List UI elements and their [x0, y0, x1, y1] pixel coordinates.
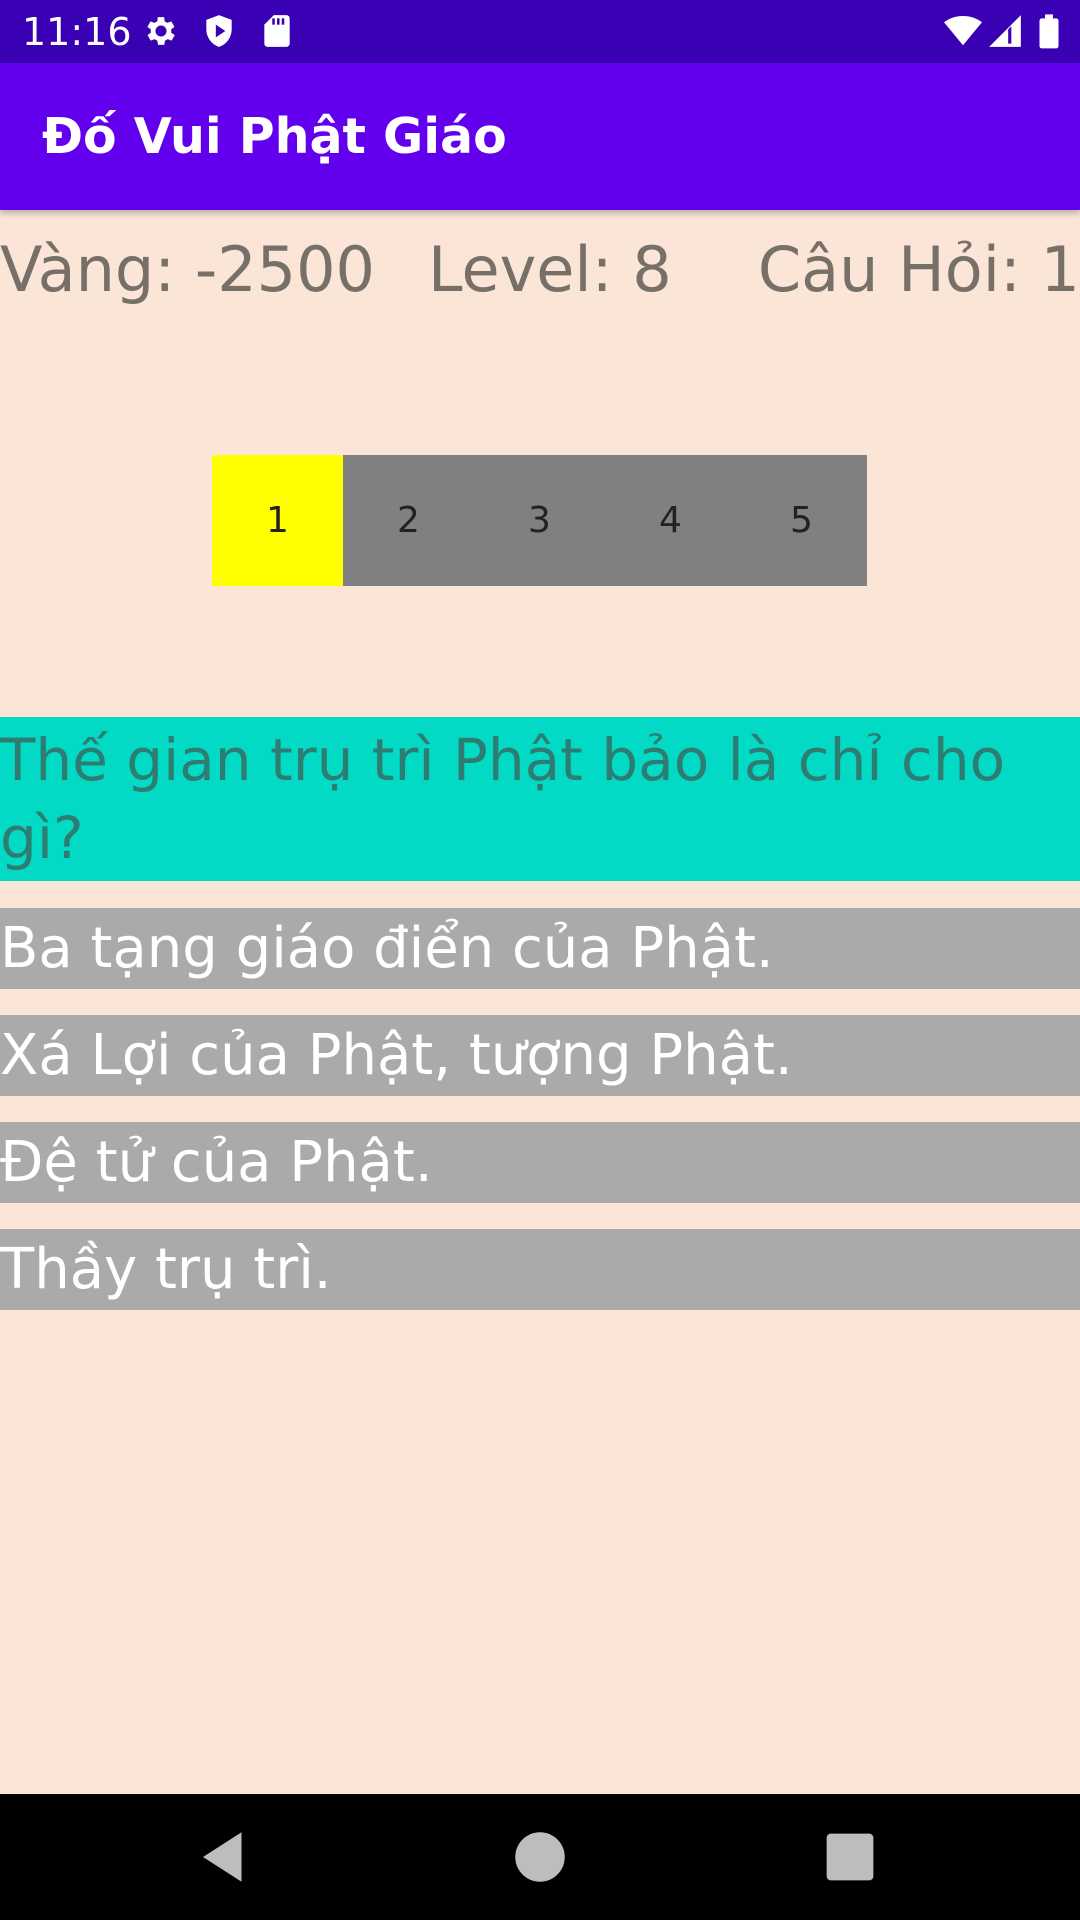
gear-icon	[147, 17, 175, 45]
answer-option-3[interactable]: Đệ tử của Phật.	[0, 1122, 1080, 1203]
signal-icon	[989, 15, 1021, 47]
back-icon[interactable]	[192, 1824, 258, 1890]
sd-card-icon	[264, 15, 290, 47]
answer-option-4[interactable]: Thầy trụ trì.	[0, 1229, 1080, 1310]
wifi-icon	[944, 15, 982, 46]
step-4: 4	[605, 455, 736, 586]
home-icon[interactable]	[507, 1824, 573, 1890]
question-progress-steps: 1 2 3 4 5	[212, 455, 867, 586]
answer-option-1[interactable]: Ba tạng giáo điển của Phật.	[0, 908, 1080, 989]
question-number: Câu Hỏi: 1	[757, 233, 1080, 306]
step-5: 5	[736, 455, 867, 586]
status-bar: 11:16	[0, 0, 1080, 63]
step-2: 2	[343, 455, 474, 586]
level-indicator: Level: 8	[428, 233, 672, 306]
navigation-bar	[0, 1794, 1080, 1920]
answer-option-2[interactable]: Xá Lợi của Phật, tượng Phật.	[0, 1015, 1080, 1096]
step-3: 3	[474, 455, 605, 586]
app-screen: 11:16 Đố Vui Phật Giáo Vàng: -2500 Level…	[0, 0, 1080, 1920]
step-1: 1	[212, 455, 343, 586]
shield-icon	[206, 15, 232, 47]
question-text: Thế gian trụ trì Phật bảo là chỉ cho gì?	[0, 717, 1080, 881]
app-bar: Đố Vui Phật Giáo	[0, 63, 1080, 210]
battery-icon	[1039, 14, 1059, 49]
status-time: 11:16	[22, 10, 132, 54]
gold-counter: Vàng: -2500	[0, 233, 375, 306]
app-title: Đố Vui Phật Giáo	[42, 108, 507, 165]
recents-icon[interactable]	[817, 1824, 883, 1890]
